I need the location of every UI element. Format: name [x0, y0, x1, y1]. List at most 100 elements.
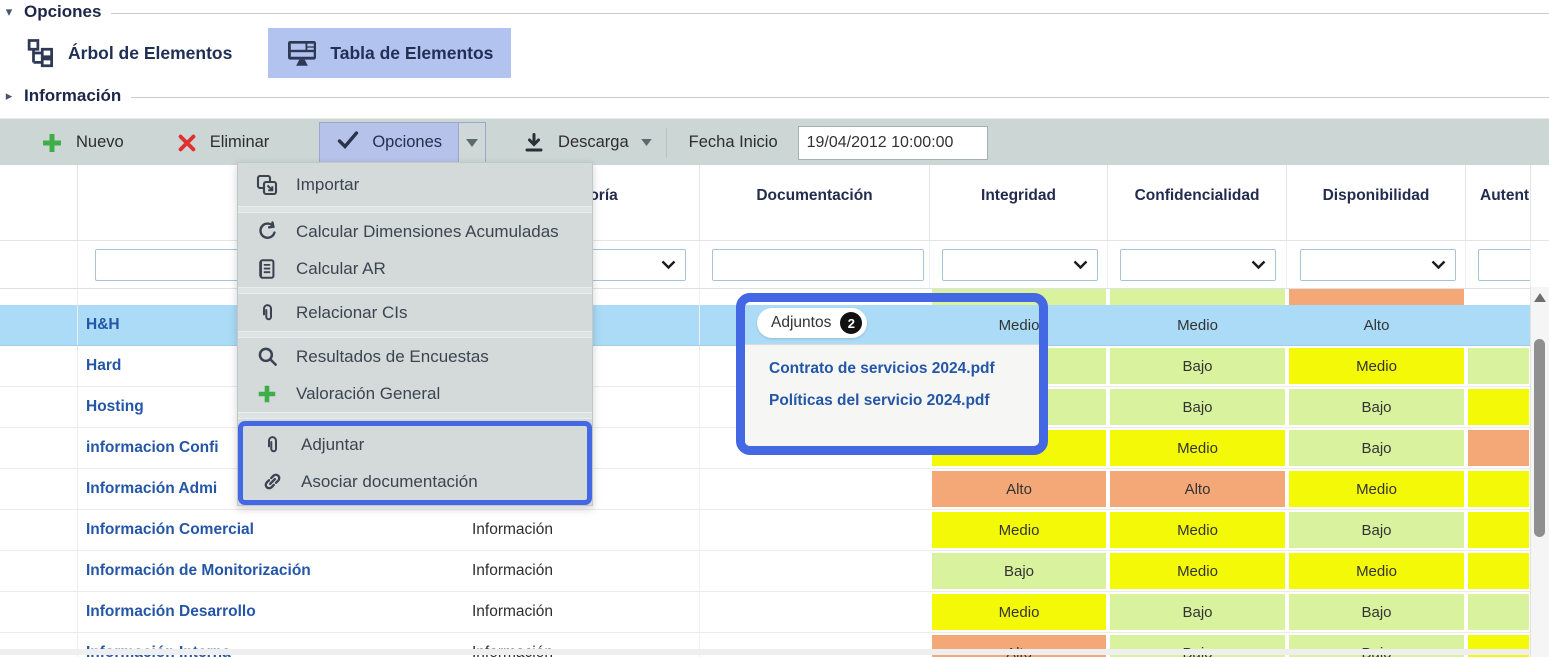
eliminar-label: Eliminar — [210, 133, 270, 152]
row-selector-cell[interactable] — [0, 510, 78, 550]
confidencialidad-value-cell: Medio — [1108, 305, 1287, 345]
confidencialidad-value-cell: Bajo — [1110, 348, 1285, 384]
filter-disponibilidad-select[interactable] — [1300, 249, 1456, 281]
documentacion-cell — [700, 592, 930, 632]
filter-documentacion-input[interactable] — [712, 249, 924, 281]
opciones-split-button: Opciones — [319, 122, 486, 164]
section-opciones-header: ▾ Opciones — [0, 2, 1549, 22]
fecha-inicio-input[interactable] — [798, 126, 988, 160]
documentacion-cell — [700, 510, 930, 550]
file-link[interactable]: Políticas del servicio 2024.pdf — [769, 392, 1039, 410]
table-toolbar: Nuevo Eliminar Opciones — [0, 118, 1549, 167]
element-name-link[interactable]: Información de Monitorización — [78, 562, 311, 580]
descarga-label: Descarga — [558, 133, 629, 152]
row-selector-cell[interactable] — [0, 551, 78, 591]
chevron-down-icon[interactable]: ▾ — [0, 4, 18, 20]
descarga-button[interactable]: Descarga — [522, 131, 652, 155]
scrollbar-thumb[interactable] — [1534, 339, 1545, 537]
plus-icon — [254, 381, 280, 407]
tab-tabla-de-elementos[interactable]: Tabla de Elementos — [268, 28, 511, 78]
integridad-value-cell: Medio — [932, 594, 1106, 630]
element-name-link[interactable]: Información Desarrollo — [78, 603, 256, 621]
menu-item-valoracion-general[interactable]: Valoración General — [238, 375, 592, 412]
element-name-link[interactable]: informacion Confi — [78, 439, 219, 457]
menu-item-calcular-dimensiones-acumuladas[interactable]: Calcular Dimensiones Acumuladas — [238, 213, 592, 250]
menu-item-asociar-documentacion[interactable]: Asociar documentación — [243, 463, 587, 500]
confidencialidad-value-cell: Medio — [1110, 553, 1285, 589]
element-name-link[interactable]: Información Comercial — [78, 521, 254, 539]
menu-item-label: Importar — [296, 175, 359, 195]
filter-integridad-select[interactable] — [942, 249, 1098, 281]
autenticidad-value-cell — [1466, 305, 1531, 345]
row-selector-cell[interactable] — [0, 346, 78, 386]
autenticidad-value-cell — [1468, 471, 1529, 507]
chevron-down-icon — [661, 260, 676, 270]
row-selector-cell[interactable] — [0, 387, 78, 427]
disponibilidad-value-cell: Bajo — [1289, 430, 1464, 466]
tab-arbol-de-elementos[interactable]: Árbol de Elementos — [8, 28, 250, 78]
table-row-informacion-de-monitorizacion[interactable]: Información de MonitorizaciónInformación… — [0, 551, 1549, 592]
toolbar-separator — [666, 128, 667, 158]
element-name-link[interactable]: H&H — [78, 316, 120, 334]
chevron-down-icon — [1431, 260, 1446, 270]
table-row-informacion-admi[interactable]: Información AdmiAltoAltoMedio — [0, 469, 1549, 510]
import-icon — [254, 172, 280, 198]
row-selector-cell[interactable] — [0, 428, 78, 468]
eliminar-button[interactable]: Eliminar — [176, 132, 270, 154]
column-header-confidencialidad[interactable]: Confidencialidad — [1108, 165, 1287, 240]
adjuntos-pill[interactable]: Adjuntos 2 — [757, 308, 867, 338]
documentacion-cell — [700, 469, 930, 509]
categoria-cell: Información — [465, 592, 700, 632]
column-header-disponibilidad[interactable]: Disponibilidad — [1287, 165, 1466, 240]
section-divider — [131, 97, 1549, 98]
menu-item-calcular-ar[interactable]: Calcular AR — [238, 250, 592, 287]
column-header-autenticidad[interactable]: Autenticidad — [1466, 165, 1531, 240]
filter-elemento-input[interactable] — [95, 249, 249, 281]
file-link[interactable]: Contrato de servicios 2024.pdf — [769, 360, 1039, 378]
element-name-link[interactable]: Hosting — [78, 398, 144, 416]
confidencialidad-value-cell: Bajo — [1110, 389, 1285, 425]
menu-item-importar[interactable]: Importar — [238, 163, 592, 206]
menu-item-relacionar-cis[interactable]: Relacionar CIs — [238, 294, 592, 331]
paperclip-icon — [259, 432, 285, 458]
opciones-dropdown-caret[interactable] — [458, 123, 485, 163]
disponibilidad-value-cell: Medio — [1289, 348, 1464, 384]
disponibilidad-value-cell: Alto — [1287, 305, 1466, 345]
menu-item-label: Asociar documentación — [301, 472, 478, 492]
menu-item-resultados-de-encuestas[interactable]: Resultados de Encuestas — [238, 338, 592, 375]
filter-autenticidad-input[interactable] — [1478, 249, 1531, 281]
element-name-link[interactable]: Información Admi — [78, 480, 217, 498]
row-selector-cell[interactable] — [0, 289, 78, 305]
table-header-row: Elemento Categoría Documentación Integri… — [0, 165, 1549, 241]
menu-group-separator — [238, 287, 592, 294]
fecha-inicio-label: Fecha Inicio — [689, 133, 778, 152]
menu-group-separator — [238, 331, 592, 338]
menu-item-label: Calcular AR — [296, 259, 386, 279]
table-row-informacion-comercial[interactable]: Información ComercialInformaciónMedioMed… — [0, 510, 1549, 551]
calc-document-icon — [254, 256, 280, 282]
opciones-button[interactable]: Opciones — [320, 123, 458, 163]
tab-label: Árbol de Elementos — [68, 43, 232, 64]
search-icon — [254, 344, 280, 370]
menu-item-label: Relacionar CIs — [296, 303, 408, 323]
scroll-up-arrow[interactable] — [1534, 293, 1546, 302]
nuevo-button[interactable]: Nuevo — [40, 131, 124, 155]
row-selector-cell[interactable] — [0, 305, 78, 345]
row-selector-cell[interactable] — [0, 592, 78, 632]
filter-confidencialidad-select[interactable] — [1120, 249, 1276, 281]
vertical-scrollbar[interactable] — [1530, 287, 1549, 657]
download-icon — [522, 131, 546, 155]
row-selector-cell[interactable] — [0, 469, 78, 509]
filter-cell-selector — [0, 241, 78, 288]
chevron-right-icon[interactable]: ▸ — [0, 88, 18, 104]
descarga-dropdown-caret[interactable] — [641, 139, 652, 146]
element-name-link[interactable]: Hard — [78, 357, 121, 375]
column-header-documentacion[interactable]: Documentación — [700, 165, 930, 240]
table-row-informacion-desarrollo[interactable]: Información DesarrolloInformaciónMedioBa… — [0, 592, 1549, 633]
integridad-value-cell: Bajo — [932, 553, 1106, 589]
opciones-label: Opciones — [372, 133, 442, 152]
menu-group-separator — [238, 412, 592, 419]
menu-item-adjuntar[interactable]: Adjuntar — [243, 426, 587, 463]
confidencialidad-value-cell — [1110, 289, 1285, 305]
column-header-integridad[interactable]: Integridad — [930, 165, 1108, 240]
